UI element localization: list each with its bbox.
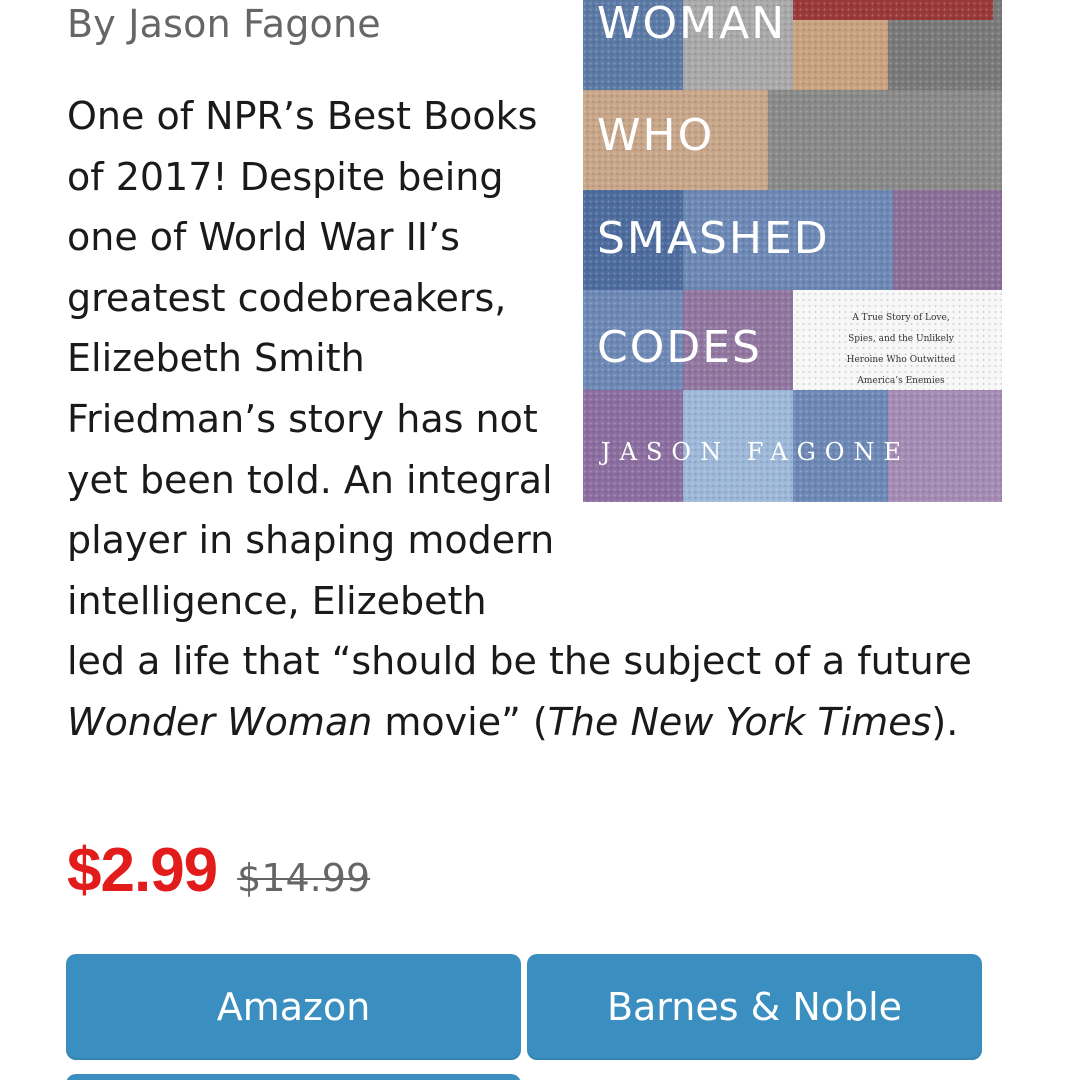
description-continuation: led a life that “should be the subject o… <box>67 631 1027 752</box>
price-row: $2.99 $14.99 <box>67 835 370 915</box>
original-price: $14.99 <box>237 856 371 900</box>
barnes-noble-button[interactable]: Barnes & Noble <box>527 954 982 1060</box>
book-deal-page: By Jason Fagone WOMAN WHO SMASHED CODES … <box>0 0 1080 1080</box>
description-quote-end: ). <box>931 699 959 744</box>
description-quote-start: led a life that “should be the subject o… <box>67 639 972 684</box>
cover-title-line-1: WOMAN <box>597 0 786 49</box>
description-body: One of NPR’s Best Books of 2017! Despite… <box>67 94 555 623</box>
author-line: By Jason Fagone <box>67 2 381 46</box>
sale-price: $2.99 <box>67 836 218 905</box>
description-quote-mid: movie” ( <box>372 699 548 744</box>
next-retailer-button[interactable] <box>66 1074 521 1080</box>
amazon-button[interactable]: Amazon <box>66 954 521 1060</box>
description-wonder-woman: Wonder Woman <box>67 699 373 744</box>
book-description: One of NPR’s Best Books of 2017! Despite… <box>67 86 1027 753</box>
description-nyt: The New York Times <box>547 699 932 744</box>
